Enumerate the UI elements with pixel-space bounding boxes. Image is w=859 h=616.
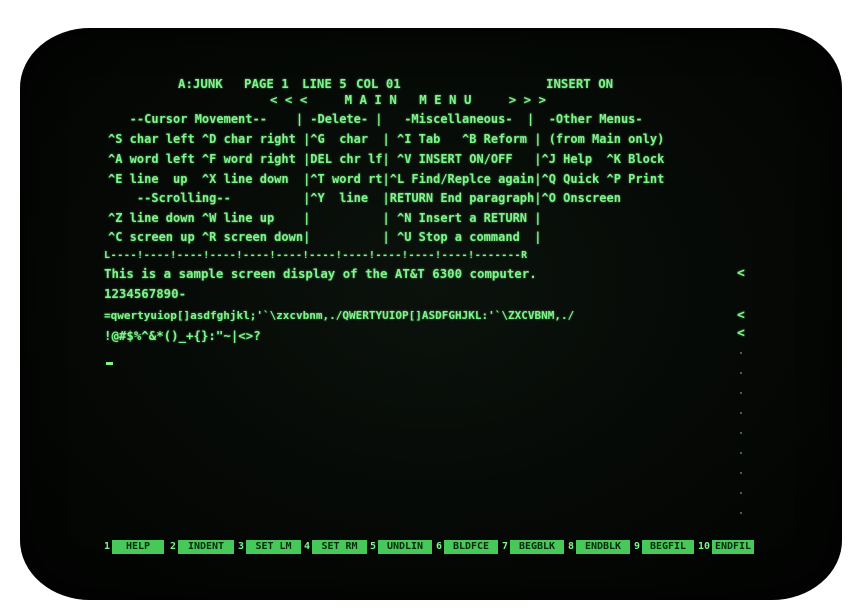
fkey-indent[interactable]: INDENT xyxy=(178,540,234,554)
fkey-begblk[interactable]: BEGBLK xyxy=(510,540,564,554)
fkey-endblk[interactable]: ENDBLK xyxy=(576,540,630,554)
margin-dot xyxy=(740,392,742,394)
status-file: A:JUNK xyxy=(178,76,223,91)
status-col: COL 01 xyxy=(356,76,401,91)
menu-line: ^E line up ^X line down |^T word rt|^L F… xyxy=(108,172,665,186)
margin-flag: < xyxy=(737,266,745,281)
margin-dot xyxy=(740,492,742,494)
menu-line: ^A word left ^F word right |DEL chr lf| … xyxy=(108,152,665,166)
fkey-endfil[interactable]: ENDFIL xyxy=(712,540,754,554)
document-line[interactable]: 1234567890- xyxy=(104,286,186,302)
fkey-number: 3 xyxy=(238,541,245,552)
menu-line: ^C screen up ^R screen down| | ^U Stop a… xyxy=(108,230,542,244)
function-key-bar: 1 HELP 2 INDENT 3 SET LM 4 SET RM 5 UNDL… xyxy=(104,540,754,554)
status-page: PAGE 1 xyxy=(244,76,289,91)
margin-dot xyxy=(740,512,742,514)
fkey-bldfce[interactable]: BLDFCE xyxy=(444,540,498,554)
document-line[interactable]: !@#$%^&*()_+{}:"~|<>? xyxy=(104,328,261,344)
fkey-help[interactable]: HELP xyxy=(112,540,164,554)
fkey-number: 10 xyxy=(698,541,711,552)
menu-line: ^S char left ^D char right |^G char | ^I… xyxy=(108,132,665,146)
margin-dot xyxy=(740,352,742,354)
margin-dot xyxy=(740,432,742,434)
menu-line: --Scrolling-- |^Y line |RETURN End parag… xyxy=(108,191,621,205)
fkey-begfil[interactable]: BEGFIL xyxy=(642,540,694,554)
fkey-set-rm[interactable]: SET RM xyxy=(312,540,367,554)
document-line[interactable]: This is a sample screen display of the A… xyxy=(104,266,537,282)
menu-line: ^Z line down ^W line up | | ^N Insert a … xyxy=(108,211,542,225)
fkey-set-lm[interactable]: SET LM xyxy=(246,540,301,554)
status-insert-mode: INSERT ON xyxy=(546,76,614,91)
fkey-number: 6 xyxy=(436,541,443,552)
margin-flag: < xyxy=(737,308,745,323)
fkey-number: 1 xyxy=(104,541,111,552)
status-line: LINE 5 xyxy=(302,76,347,91)
margin-dot xyxy=(740,372,742,374)
fkey-undlin[interactable]: UNDLIN xyxy=(378,540,432,554)
main-menu-title: < < < M A I N M E N U > > > xyxy=(270,92,547,107)
document-line[interactable]: =qwertyuiop[]asdfghjkl;'`\zxcvbnm,./QWER… xyxy=(104,308,574,324)
fkey-number: 5 xyxy=(370,541,377,552)
fkey-number: 7 xyxy=(502,541,509,552)
fkey-number: 4 xyxy=(304,541,311,552)
ruler-line: L----!----!----!----!----!----!----!----… xyxy=(104,250,528,261)
text-cursor xyxy=(106,362,113,365)
margin-dot xyxy=(740,412,742,414)
fkey-number: 9 xyxy=(634,541,641,552)
margin-flag: < xyxy=(737,326,745,341)
margin-dot xyxy=(740,452,742,454)
fkey-number: 8 xyxy=(568,541,575,552)
margin-dot xyxy=(740,472,742,474)
menu-line: --Cursor Movement-- | -Delete- | -Miscel… xyxy=(108,112,643,126)
fkey-number: 2 xyxy=(170,541,177,552)
